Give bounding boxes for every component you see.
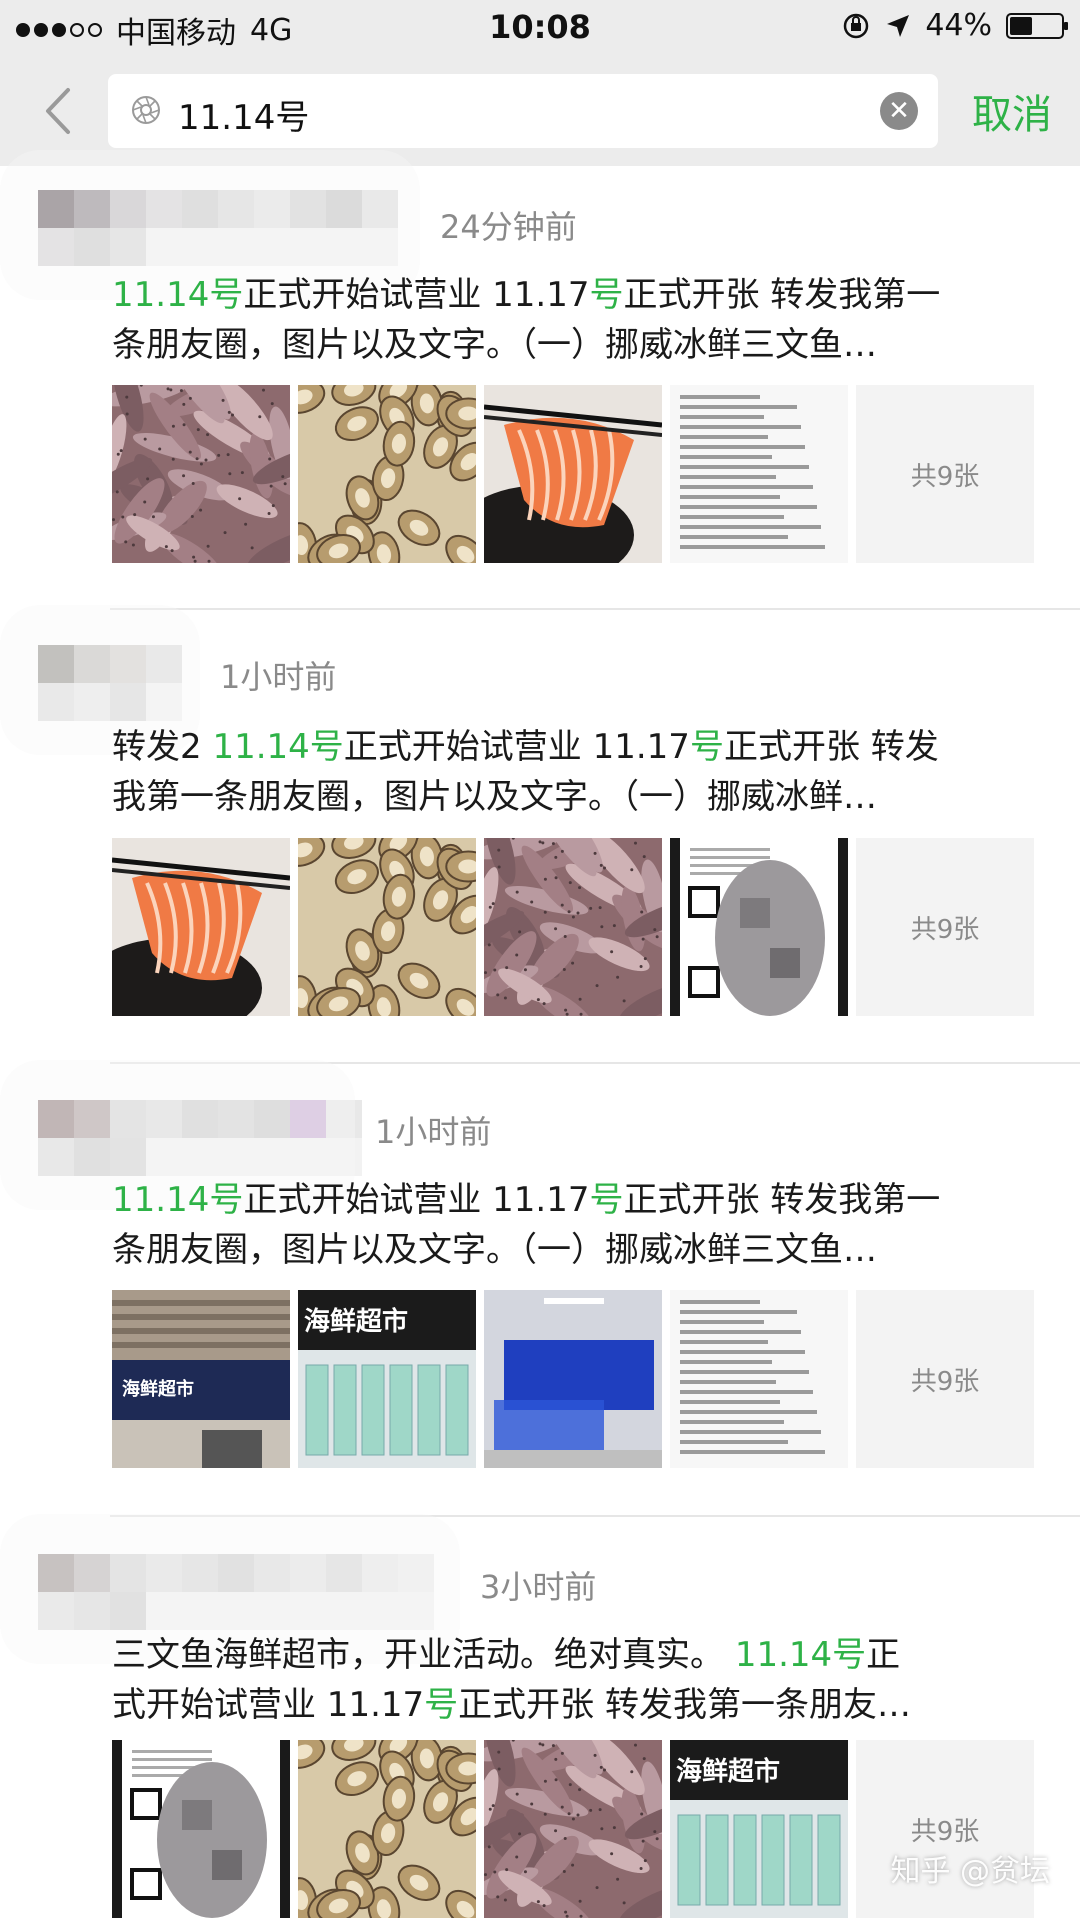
- image-thumbnail-store-sign[interactable]: 海鲜超市: [298, 1290, 476, 1468]
- keyword-highlight: 号: [424, 1685, 459, 1725]
- keyword-highlight: 号: [589, 1180, 624, 1220]
- location-arrow-icon: [887, 14, 910, 37]
- keyword-highlight: 号: [589, 275, 624, 315]
- image-thumbnails: 共9张: [112, 385, 1034, 563]
- image-thumbnails: 共9张: [112, 838, 1034, 1016]
- image-thumbnail-qr-screenshot[interactable]: [112, 1740, 290, 1918]
- status-bar: 中国移动 4G 10:08 44%: [0, 0, 1080, 56]
- storefront-sign-text: 海鲜超市: [122, 1378, 194, 1400]
- image-count-tile[interactable]: 共9张: [856, 1740, 1034, 1918]
- image-thumbnail-snails[interactable]: [298, 838, 476, 1016]
- post-time-label: 24分钟前: [440, 208, 577, 246]
- store-sign-image: 海鲜超市: [670, 1740, 848, 1918]
- text-segment: 正式开张 转发: [723, 727, 939, 767]
- text-segment: 条朋友圈，图片以及文字。（一）挪威冰鲜三文鱼…: [112, 325, 877, 365]
- post-time-label: 1小时前: [375, 1113, 492, 1151]
- search-result-item[interactable]: 1小时前 转发2 11.14号正式开始试营业 11.17号正式开张 转发 我第一条朋…: [0, 605, 1080, 1064]
- keyword-highlight: 11.14号: [734, 1635, 867, 1675]
- qr-screenshot-image: [112, 1740, 290, 1918]
- moments-icon: [132, 96, 160, 124]
- text-segment: 正: [866, 1635, 901, 1675]
- search-result-item[interactable]: 24分钟前 11.14号正式开始试营业 11.17号正式开张 转发我第一条朋友圈，…: [0, 140, 1080, 610]
- fish-pile-image: [484, 838, 662, 1016]
- post-text-line: 11.14号正式开始试营业 11.17号正式开张 转发我第一: [112, 270, 1032, 320]
- salmon-slice-image: [484, 385, 662, 563]
- text-segment: 我第一条朋友圈，图片以及文字。（一）挪威冰鲜…: [112, 777, 877, 817]
- search-input[interactable]: 11.14号 ✕: [108, 74, 938, 148]
- post-time-label: 3小时前: [480, 1568, 597, 1606]
- fish-pile-image: [112, 385, 290, 563]
- post-text: 三文鱼海鲜超市，开业活动。绝对真实。 11.14号正 式开始试营业 11.17号正…: [112, 1630, 1032, 1730]
- post-time-label: 1小时前: [220, 658, 337, 696]
- image-thumbnail-snails[interactable]: [298, 385, 476, 563]
- post-text-line: 三文鱼海鲜超市，开业活动。绝对真实。 11.14号正: [112, 1630, 1032, 1680]
- text-segment: 转发2: [112, 727, 213, 767]
- keyword-highlight: 11.14号: [112, 1180, 244, 1220]
- image-thumbnail-fish-pile[interactable]: [484, 1740, 662, 1918]
- keyword-highlight: 11.14号: [212, 727, 344, 767]
- aquarium-tanks-image: [484, 1290, 662, 1468]
- keyword-highlight: 11.14号: [112, 275, 244, 315]
- text-segment: 正式开张 转发我第一: [623, 1180, 941, 1220]
- back-button[interactable]: [30, 78, 84, 144]
- clear-search-button[interactable]: ✕: [880, 92, 918, 130]
- post-text-line: 条朋友圈，图片以及文字。（一）挪威冰鲜三文鱼…: [112, 320, 1032, 370]
- image-thumbnail-price-list[interactable]: [670, 385, 848, 563]
- image-thumbnails: 海鲜超市 共9张: [112, 1740, 1034, 1918]
- store-sign-text: 海鲜超市: [304, 1306, 408, 1337]
- image-count-tile[interactable]: 共9张: [856, 385, 1034, 563]
- post-text-line: 转发2 11.14号正式开始试营业 11.17号正式开张 转发: [112, 722, 1032, 772]
- post-text-line: 式开始试营业 11.17号正式开张 转发我第一条朋友…: [112, 1680, 1032, 1730]
- text-segment: 条朋友圈，图片以及文字。（一）挪威冰鲜三文鱼…: [112, 1230, 877, 1270]
- qr-screenshot-image: [670, 838, 848, 1016]
- image-thumbnail-salmon-slice[interactable]: [112, 838, 290, 1016]
- image-thumbnail-aquarium-tanks[interactable]: [484, 1290, 662, 1468]
- text-segment: 三文鱼海鲜超市，开业活动。绝对真实。: [112, 1635, 735, 1675]
- post-text-line: 我第一条朋友圈，图片以及文字。（一）挪威冰鲜…: [112, 772, 1032, 822]
- image-count-tile[interactable]: 共9张: [856, 1290, 1034, 1468]
- search-query-text: 11.14号: [178, 98, 310, 138]
- image-count-tile[interactable]: 共9张: [856, 838, 1034, 1016]
- image-thumbnail-qr-screenshot[interactable]: [670, 838, 848, 1016]
- image-thumbnail-price-list[interactable]: [670, 1290, 848, 1468]
- snails-image: [298, 838, 476, 1016]
- text-segment: 式开始试营业 11.17: [112, 1685, 425, 1725]
- post-text: 11.14号正式开始试营业 11.17号正式开张 转发我第一条朋友圈，图片以及文…: [112, 1175, 1032, 1275]
- text-segment: 正式开始试营业 11.17: [343, 727, 690, 767]
- post-text: 11.14号正式开始试营业 11.17号正式开张 转发我第一条朋友圈，图片以及文…: [112, 270, 1032, 370]
- image-thumbnails: 海鲜超市 海鲜超市 共9张: [112, 1290, 1034, 1468]
- image-thumbnail-salmon-slice[interactable]: [484, 385, 662, 563]
- watermark: 知乎 @贫坛: [890, 1854, 1050, 1889]
- price-list-image: [670, 385, 848, 563]
- store-sign-text: 海鲜超市: [676, 1756, 780, 1787]
- post-text-line: 条朋友圈，图片以及文字。（一）挪威冰鲜三文鱼…: [112, 1225, 1032, 1275]
- store-sign-image: 海鲜超市: [298, 1290, 476, 1468]
- image-thumbnail-snails[interactable]: [298, 1740, 476, 1918]
- image-thumbnail-storefront[interactable]: 海鲜超市: [112, 1290, 290, 1468]
- price-list-image: [670, 1290, 848, 1468]
- salmon-slice-image: [112, 838, 290, 1016]
- text-segment: 正式开始试营业 11.17: [243, 1180, 590, 1220]
- snails-image: [298, 385, 476, 563]
- battery-icon: [1006, 12, 1068, 39]
- status-right: 44%: [841, 8, 1068, 43]
- chevron-left-icon: [46, 88, 70, 134]
- image-thumbnail-fish-pile[interactable]: [484, 838, 662, 1016]
- cancel-button[interactable]: 取消: [972, 82, 1052, 140]
- text-segment: 正式开张 转发我第一: [623, 275, 941, 315]
- search-result-item[interactable]: 1小时前 11.14号正式开始试营业 11.17号正式开张 转发我第一条朋友圈，图…: [0, 1060, 1080, 1517]
- text-segment: 正式开始试营业 11.17: [243, 275, 590, 315]
- battery-percent-label: 44%: [925, 8, 992, 43]
- image-thumbnail-store-sign[interactable]: 海鲜超市: [670, 1740, 848, 1918]
- text-segment: 正式开张 转发我第一条朋友…: [458, 1685, 911, 1725]
- rotation-lock-icon: [844, 13, 869, 38]
- fish-pile-image: [484, 1740, 662, 1918]
- post-text: 转发2 11.14号正式开始试营业 11.17号正式开张 转发我第一条朋友圈，图…: [112, 722, 1032, 822]
- snails-image: [298, 1740, 476, 1918]
- storefront-image: 海鲜超市: [112, 1290, 290, 1468]
- image-thumbnail-fish-pile[interactable]: [112, 385, 290, 563]
- post-text-line: 11.14号正式开始试营业 11.17号正式开张 转发我第一: [112, 1175, 1032, 1225]
- keyword-highlight: 号: [689, 727, 724, 767]
